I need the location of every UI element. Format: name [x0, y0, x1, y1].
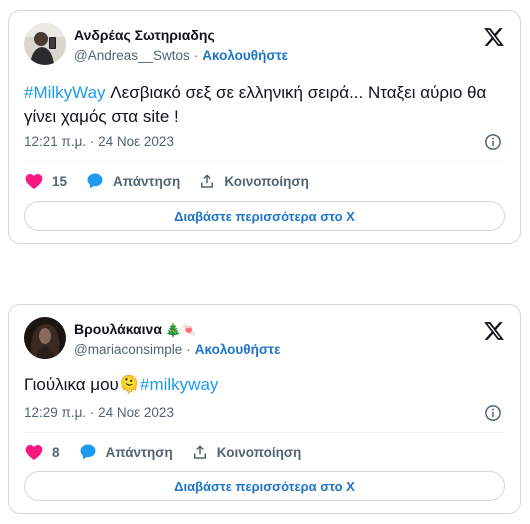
- separator-dot: ·: [193, 48, 199, 63]
- reply-button[interactable]: Απάντηση: [78, 442, 173, 462]
- timestamp[interactable]: 12:21 π.μ. · 24 Νοε 2023: [24, 134, 174, 149]
- heart-icon: [25, 174, 43, 189]
- divider: [24, 432, 505, 433]
- share-label: Κοινοποίηση: [216, 444, 302, 460]
- share-icon: [201, 174, 214, 188]
- follow-button[interactable]: Ακολουθήστε: [195, 342, 281, 357]
- action-bar: 15 Απάντηση Κοινοποίηση: [24, 171, 327, 191]
- reply-bubble-icon: [87, 173, 103, 189]
- follow-button[interactable]: Ακολουθήστε: [202, 48, 288, 63]
- reply-button[interactable]: Απάντηση: [85, 171, 180, 191]
- x-logo-icon[interactable]: [483, 26, 505, 48]
- x-logo-icon[interactable]: [483, 320, 505, 342]
- tweet-text: Γιούλικα μου🫠#milkyway: [24, 373, 496, 397]
- avatar[interactable]: [24, 317, 66, 359]
- name-emoji: 🎄🍬: [164, 321, 198, 337]
- tweet-card-1: Ανδρέας Σωτηριαδης @Andreas__Swtos · Ακο…: [8, 10, 521, 244]
- tweet-body: Γιούλικα μου: [24, 375, 119, 394]
- tweet-text: #MilkyWay Λεσβιακό σεξ σε ελληνική σειρά…: [24, 81, 496, 129]
- like-button[interactable]: 15: [24, 171, 67, 191]
- read-more-button[interactable]: Διαβάστε περισσότερα στο X: [24, 471, 505, 501]
- read-more-button[interactable]: Διαβάστε περισσότερα στο X: [24, 201, 505, 231]
- timestamp[interactable]: 12:29 π.μ. · 24 Νοε 2023: [24, 405, 174, 420]
- action-bar: 8 Απάντηση Κοινοποίηση: [24, 442, 319, 462]
- like-count: 8: [52, 444, 60, 460]
- reply-label: Απάντηση: [105, 444, 173, 460]
- author-handle[interactable]: @Andreas__Swtos: [74, 48, 190, 63]
- heart-icon: [25, 445, 43, 460]
- hashtag-link[interactable]: #MilkyWay: [24, 83, 106, 102]
- hashtag-link[interactable]: #milkyway: [140, 375, 218, 394]
- separator-dot: ·: [186, 342, 191, 357]
- author-name[interactable]: Ανδρέας Σωτηριαδης: [74, 27, 215, 43]
- share-button[interactable]: Κοινοποίηση: [191, 443, 302, 461]
- share-button[interactable]: Κοινοποίηση: [198, 172, 309, 190]
- avatar[interactable]: [24, 23, 66, 65]
- info-icon[interactable]: [484, 404, 502, 422]
- tweet-emoji: 🫠: [118, 375, 140, 394]
- author-name[interactable]: Βρουλάκαινα: [74, 321, 162, 337]
- tweet-card-2: Βρουλάκαινα 🎄🍬 @mariaconsimple · Ακολουθ…: [8, 304, 521, 514]
- divider: [24, 161, 505, 162]
- reply-label: Απάντηση: [113, 173, 181, 189]
- share-icon: [193, 445, 206, 459]
- share-label: Κοινοποίηση: [224, 173, 309, 189]
- like-count: 15: [52, 173, 68, 189]
- reply-bubble-icon: [80, 444, 96, 460]
- like-button[interactable]: 8: [24, 442, 60, 462]
- author-handle[interactable]: @mariaconsimple: [74, 342, 182, 357]
- info-icon[interactable]: [484, 133, 502, 151]
